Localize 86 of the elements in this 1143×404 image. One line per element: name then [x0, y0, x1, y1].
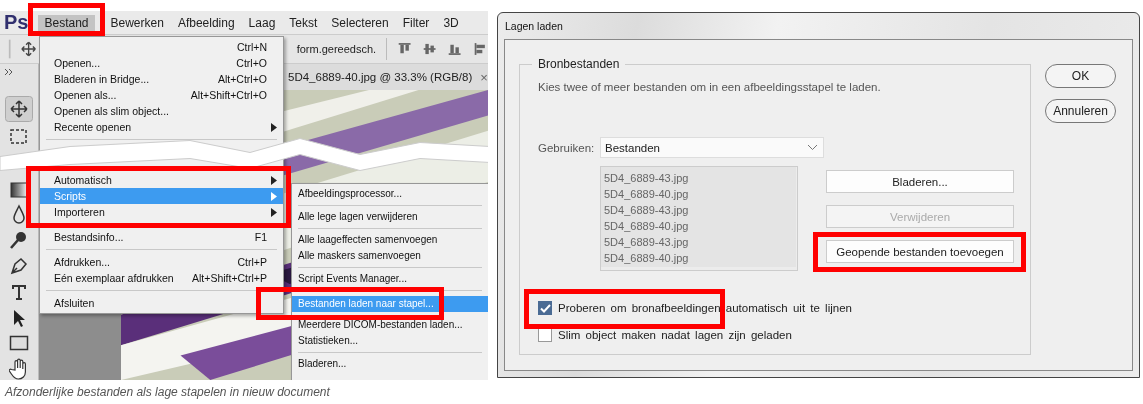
menu-item[interactable]: Ctrl+N — [40, 39, 283, 55]
shortcut-label: Alt+Shift+Ctrl+P — [192, 272, 268, 284]
file-list-item[interactable]: 5D4_6889-43.jpg — [601, 234, 796, 250]
menu-item[interactable]: Alle laageffecten samenvoegen — [292, 232, 488, 248]
menu-item-label: Scripts — [54, 190, 87, 202]
shortcut-label: Alt+Shift+Ctrl+O — [190, 89, 268, 101]
menu-item[interactable]: Meerdere DICOM-bestanden laden... — [292, 317, 488, 333]
marquee-tool-icon[interactable] — [9, 128, 29, 146]
checkbox-label: Slim object maken nadat lagen zijn geladen — [558, 329, 792, 341]
file-list-item[interactable]: 5D4_6889-43.jpg — [601, 170, 796, 186]
collapse-icon[interactable] — [4, 68, 14, 76]
grip-icon — [8, 38, 12, 60]
menu-item[interactable]: Recente openen — [40, 119, 283, 135]
field-label: Gebruiken: — [538, 141, 596, 154]
group-legend: Bronbestanden — [532, 57, 626, 71]
shortcut-label: Alt+Ctrl+O — [218, 73, 268, 85]
close-tab-button[interactable]: × — [480, 69, 488, 85]
file-list-item[interactable]: 5D4_6889-40.jpg — [601, 186, 796, 202]
document-tab[interactable]: 5D4_6889-40.jpg @ 33.3% (RGB/8) — [288, 71, 473, 83]
dialog-title: Lagen laden — [504, 19, 564, 34]
menu-bar-item[interactable]: Bestand — [38, 14, 95, 31]
menu-item[interactable]: Afbeeldingsprocessor... — [292, 186, 488, 202]
menu-bar-item[interactable]: Afbeelding — [171, 14, 241, 31]
menu-item[interactable]: Automatisch — [40, 172, 283, 188]
menu-item[interactable]: Openen als slim object... — [40, 103, 283, 119]
menu-item[interactable]: Openen... Ctrl+O — [40, 55, 283, 71]
menu-item-label: Importeren — [54, 206, 105, 218]
move-tool-icon[interactable] — [5, 96, 33, 122]
app-logo[interactable]: Ps — [0, 11, 31, 34]
menu-item-label: Openen... — [54, 57, 101, 69]
menu-item-label: Recente openen — [54, 121, 132, 133]
menu-item[interactable]: Alle maskers samenvoegen — [292, 248, 488, 264]
gradient-tool-icon[interactable] — [9, 182, 29, 198]
file-list-item[interactable]: 5D4_6889-40.jpg — [601, 218, 796, 234]
menu-item-label: Afsluiten — [54, 297, 95, 309]
menu-item-label: Afdrukken... — [54, 256, 111, 268]
menu-bar-item[interactable]: Filter — [396, 14, 436, 31]
option-label: form.gereedsch. — [296, 43, 377, 55]
submenu-arrow-icon — [271, 123, 277, 132]
shortcut-label: Ctrl+P — [237, 256, 268, 268]
menu-bar-item[interactable]: Tekst — [283, 14, 324, 31]
menu-item[interactable]: Eén exemplaar afdrukken Alt+Shift+Ctrl+P — [40, 270, 283, 286]
menu-item[interactable]: Afdrukken... Ctrl+P — [40, 254, 283, 270]
menu-bar-item[interactable]: 3D — [437, 14, 465, 31]
description-text: Kies twee of meer bestanden om in een afbeeldingsstapel te laden. — [538, 81, 882, 93]
menu-item[interactable]: Bladeren... — [292, 356, 488, 372]
file-list[interactable]: 5D4_6889-43.jpg 5D4_6889-40.jpg 5D4_6889-43.jpg 5D4_6889-40.jpg 5D4_6889-43.jpg 5D4_6889-40.jpg — [600, 166, 798, 271]
file-list-item[interactable]: 5D4_6889-40.jpg — [601, 250, 796, 266]
dialog-button[interactable]: Bladeren... — [826, 170, 1014, 193]
menu-item[interactable]: Bladeren in Bridge... Alt+Ctrl+O — [40, 71, 283, 87]
source-dropdown[interactable]: Bestanden — [600, 137, 824, 158]
menu-item-label: Openen als... — [54, 89, 117, 101]
menu-bar-item[interactable]: Bewerken — [104, 14, 170, 31]
shortcut-label: Ctrl+N — [236, 41, 268, 53]
pen-tool-icon[interactable] — [9, 256, 29, 276]
move-icon[interactable] — [21, 40, 37, 58]
menu-bar-item[interactable]: Laag — [242, 14, 282, 31]
menu-item-label: Automatisch — [54, 174, 112, 186]
hand-tool-icon[interactable] — [9, 358, 29, 380]
dialog-button[interactable]: Geopende bestanden toevoegen — [826, 240, 1014, 263]
menu-item[interactable]: Script Events Manager... — [292, 271, 488, 287]
menu-item[interactable]: Bestandsinfo... F1 — [40, 229, 283, 245]
menu-item[interactable]: Statistieken... — [292, 333, 488, 349]
menu-item[interactable]: Importeren — [40, 204, 283, 220]
checkbox-label: Proberen om bronafbeeldingen automatisch uit te lijnen — [558, 302, 852, 314]
align-left-icon[interactable] — [472, 40, 488, 58]
menu-item[interactable]: Afsluiten — [40, 295, 283, 311]
type-tool-icon[interactable] — [9, 282, 29, 302]
menu-item[interactable]: Alle lege lagen verwijderen — [292, 209, 488, 225]
checkbox[interactable] — [538, 301, 552, 315]
rectangle-tool-icon[interactable] — [9, 334, 29, 352]
menu-item-label: Eén exemplaar afdrukken — [54, 272, 174, 284]
drop-tool-icon[interactable] — [11, 204, 27, 224]
shortcut-label: Ctrl+O — [236, 57, 268, 69]
dialog-action-button[interactable]: Annuleren — [1045, 99, 1116, 123]
dodge-tool-icon[interactable] — [9, 230, 29, 250]
figure-caption: Afzonderlijke bestanden als lage stapelen in nieuw document — [3, 384, 331, 399]
menu-item[interactable]: Openen als... Alt+Shift+Ctrl+O — [40, 87, 283, 103]
shortcut-label: F1 — [254, 231, 268, 243]
chevron-down-icon — [808, 145, 817, 150]
dialog-action-button[interactable]: OK — [1045, 64, 1116, 88]
menu-item-label: Bladeren in Bridge... — [54, 73, 150, 85]
menu-item-label: Bestandsinfo... — [54, 231, 124, 243]
menu-bar-item[interactable]: Selecteren — [325, 14, 395, 31]
menu-item-label: Openen als slim object... — [54, 105, 169, 117]
file-list-item[interactable]: 5D4_6889-43.jpg — [601, 202, 796, 218]
